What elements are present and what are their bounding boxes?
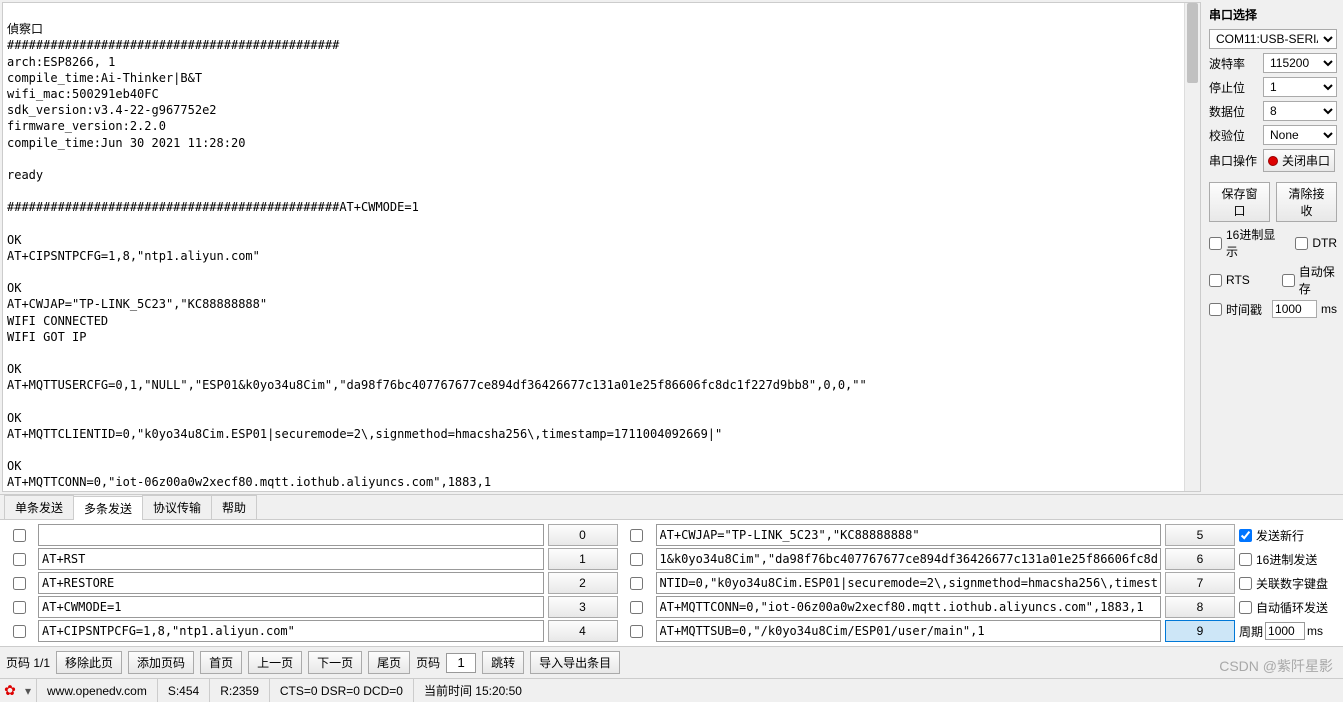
timestamp-input[interactable] xyxy=(1272,300,1317,318)
row9-input[interactable] xyxy=(656,620,1162,642)
row5-checkbox[interactable] xyxy=(630,529,643,542)
console-panel: 偵察口 ####################################… xyxy=(2,2,1201,492)
clear-recv-button[interactable]: 清除接收 xyxy=(1276,182,1337,222)
send-8-button[interactable]: 8 xyxy=(1165,596,1235,618)
row6-checkbox[interactable] xyxy=(630,553,643,566)
row8-checkbox[interactable] xyxy=(630,601,643,614)
status-time: 当前时间 15:20:50 xyxy=(414,682,532,699)
remove-page-button[interactable]: 移除此页 xyxy=(56,651,122,674)
tabs-head: 单条发送 多条发送 协议传输 帮助 xyxy=(0,495,1343,519)
port-section-title: 串口选择 xyxy=(1209,6,1337,23)
row7-checkbox[interactable] xyxy=(630,577,643,590)
status-sent: S:454 xyxy=(158,684,209,698)
period-input[interactable] xyxy=(1265,622,1305,640)
hex-display-checkbox[interactable] xyxy=(1209,237,1222,250)
data-label: 数据位 xyxy=(1209,103,1259,120)
row8-input[interactable] xyxy=(656,596,1162,618)
console-title: 偵察口 xyxy=(7,22,43,36)
hex-send-checkbox[interactable] xyxy=(1239,553,1252,566)
jump-button[interactable]: 跳转 xyxy=(482,651,524,674)
send-4-button[interactable]: 4 xyxy=(548,620,618,642)
scrollbar-thumb[interactable] xyxy=(1187,3,1198,83)
row0-input[interactable] xyxy=(38,524,544,546)
tab-protocol[interactable]: 协议传输 xyxy=(142,495,212,519)
row2-checkbox[interactable] xyxy=(13,577,26,590)
multi-send-body: 0 1 2 3 4 5 6 7 8 9 发送新行 xyxy=(0,519,1343,646)
nav-row: 页码 1/1 移除此页 添加页码 首页 上一页 下一页 尾页 页码 跳转 导入导… xyxy=(0,646,1343,678)
row3-input[interactable] xyxy=(38,596,544,618)
row6-input[interactable] xyxy=(656,548,1162,570)
close-port-button[interactable]: 关闭串口 xyxy=(1263,149,1335,172)
save-window-button[interactable]: 保存窗口 xyxy=(1209,182,1270,222)
newline-checkbox[interactable] xyxy=(1239,529,1252,542)
status-bar: ✿ ▾ www.openedv.com S:454 R:2359 CTS=0 D… xyxy=(0,678,1343,702)
add-page-button[interactable]: 添加页码 xyxy=(128,651,194,674)
row9-checkbox[interactable] xyxy=(630,625,643,638)
send-5-button[interactable]: 5 xyxy=(1165,524,1235,546)
page-indicator: 页码 1/1 xyxy=(6,654,50,671)
prev-button[interactable]: 上一页 xyxy=(248,651,302,674)
status-url[interactable]: www.openedv.com xyxy=(37,684,157,698)
timestamp-checkbox[interactable] xyxy=(1209,303,1222,316)
send-1-button[interactable]: 1 xyxy=(548,548,618,570)
tab-multi-send[interactable]: 多条发送 xyxy=(73,496,143,520)
gear-icon[interactable]: ✿ xyxy=(0,682,20,699)
status-cts: CTS=0 DSR=0 DCD=0 xyxy=(270,684,413,698)
stop-select[interactable]: 1 xyxy=(1263,77,1337,97)
autosave-checkbox[interactable] xyxy=(1282,274,1295,287)
parity-label: 校验位 xyxy=(1209,127,1259,144)
row5-input[interactable] xyxy=(656,524,1162,546)
row1-checkbox[interactable] xyxy=(13,553,26,566)
loop-checkbox[interactable] xyxy=(1239,601,1252,614)
tab-single-send[interactable]: 单条发送 xyxy=(4,495,74,519)
import-export-button[interactable]: 导入导出条目 xyxy=(530,651,620,674)
row4-checkbox[interactable] xyxy=(13,625,26,638)
page-input[interactable] xyxy=(446,653,476,673)
send-0-button[interactable]: 0 xyxy=(548,524,618,546)
send-6-button[interactable]: 6 xyxy=(1165,548,1235,570)
row1-input[interactable] xyxy=(38,548,544,570)
console-output: 偵察口 ####################################… xyxy=(3,3,1200,491)
send-9-button[interactable]: 9 xyxy=(1165,620,1235,642)
baud-label: 波特率 xyxy=(1209,55,1259,72)
console-scrollbar[interactable] xyxy=(1184,3,1200,491)
last-button[interactable]: 尾页 xyxy=(368,651,410,674)
row4-input[interactable] xyxy=(38,620,544,642)
dtr-checkbox[interactable] xyxy=(1295,237,1308,250)
send-7-button[interactable]: 7 xyxy=(1165,572,1235,594)
row3-checkbox[interactable] xyxy=(13,601,26,614)
send-2-button[interactable]: 2 xyxy=(548,572,618,594)
right-panel: 串口选择 COM11:USB-SERIAL CH34 波特率115200 停止位… xyxy=(1203,0,1343,494)
send-3-button[interactable]: 3 xyxy=(548,596,618,618)
port-select[interactable]: COM11:USB-SERIAL CH34 xyxy=(1209,29,1337,49)
next-button[interactable]: 下一页 xyxy=(308,651,362,674)
status-recv: R:2359 xyxy=(210,684,269,698)
row0-checkbox[interactable] xyxy=(13,529,26,542)
op-label: 串口操作 xyxy=(1209,152,1259,169)
port-status-icon xyxy=(1268,156,1278,166)
tab-help[interactable]: 帮助 xyxy=(211,495,257,519)
dropdown-icon[interactable]: ▾ xyxy=(20,684,36,698)
data-select[interactable]: 8 xyxy=(1263,101,1337,121)
parity-select[interactable]: None xyxy=(1263,125,1337,145)
rts-checkbox[interactable] xyxy=(1209,274,1222,287)
row7-input[interactable] xyxy=(656,572,1162,594)
stop-label: 停止位 xyxy=(1209,79,1259,96)
numpad-checkbox[interactable] xyxy=(1239,577,1252,590)
home-button[interactable]: 首页 xyxy=(200,651,242,674)
row2-input[interactable] xyxy=(38,572,544,594)
baud-select[interactable]: 115200 xyxy=(1263,53,1337,73)
